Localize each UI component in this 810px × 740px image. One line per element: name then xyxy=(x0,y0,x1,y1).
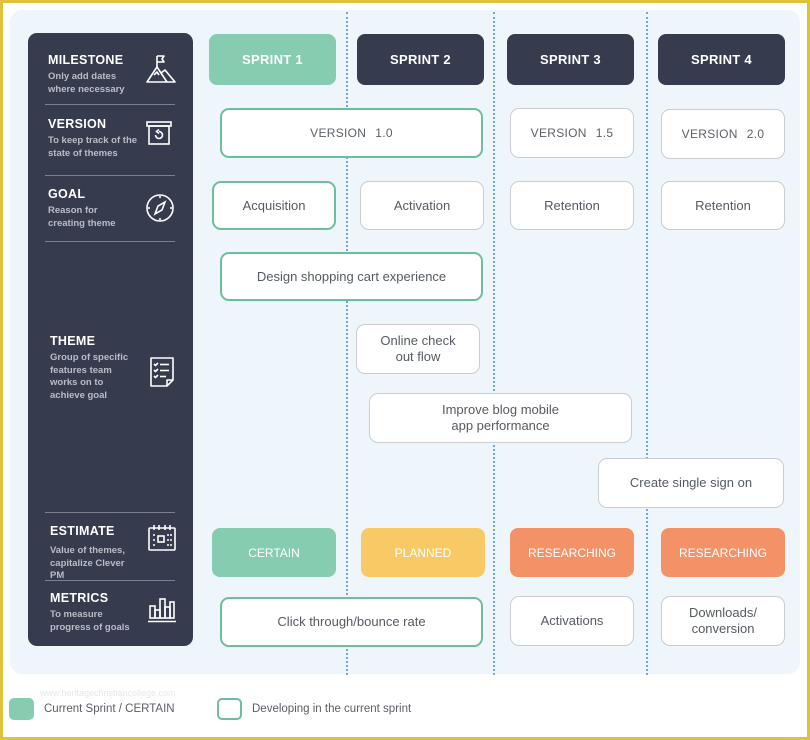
archive-restore-icon xyxy=(146,121,172,145)
version-card-2-0[interactable]: VERSION 2.0 xyxy=(661,109,785,159)
theme-card-single-sign-on[interactable]: Create single sign on xyxy=(598,458,784,508)
sidebar: MILESTONE Only add dates where necessary… xyxy=(28,33,193,646)
sidebar-section-metrics: METRICS To measure progress of goals xyxy=(50,591,176,634)
goal-card-activation[interactable]: Activation xyxy=(360,181,484,230)
sprint-header-1[interactable]: SPRINT 1 xyxy=(209,34,336,85)
legend-swatch-filled xyxy=(9,698,34,720)
mountain-flag-icon xyxy=(146,55,176,83)
version-number: 2.0 xyxy=(746,127,765,141)
sprint-header-4[interactable]: SPRINT 4 xyxy=(658,34,785,85)
section-desc: To keep track of the state of themes xyxy=(48,135,138,159)
compass-icon xyxy=(146,194,174,222)
sidebar-divider xyxy=(45,580,175,581)
legend-swatch-outlined xyxy=(217,698,242,720)
theme-card-shopping-cart[interactable]: Design shopping cart experience xyxy=(220,252,483,301)
bar-chart-icon xyxy=(148,598,176,623)
calendar-icon xyxy=(148,525,176,551)
sidebar-section-estimate: ESTIMATE Value of themes, capitalize Cle… xyxy=(50,524,176,583)
estimate-badge-certain[interactable]: CERTAIN xyxy=(212,528,336,577)
sprint-header-3[interactable]: SPRINT 3 xyxy=(507,34,634,85)
sidebar-divider xyxy=(45,104,175,105)
sprint-header-2[interactable]: SPRINT 2 xyxy=(357,34,484,85)
sprint-separator xyxy=(493,12,495,675)
section-desc: To measure progress of goals xyxy=(50,609,130,633)
metric-card-downloads[interactable]: Downloads/ conversion xyxy=(661,596,785,646)
sidebar-section-theme: THEME Group of specific features team wo… xyxy=(50,334,175,402)
theme-card-checkout-flow[interactable]: Online check out flow xyxy=(356,324,480,374)
metric-card-activations[interactable]: Activations xyxy=(510,596,634,646)
section-desc: Reason for creating theme xyxy=(48,205,116,229)
version-number: 1.0 xyxy=(375,126,393,140)
metric-card-click-through[interactable]: Click through/bounce rate xyxy=(220,597,483,647)
sprint-separator xyxy=(646,12,648,675)
sidebar-divider xyxy=(45,175,175,176)
version-card-1-5[interactable]: VERSION 1.5 xyxy=(510,108,634,158)
estimate-badge-researching[interactable]: RESEARCHING xyxy=(661,528,785,577)
goal-card-retention[interactable]: Retention xyxy=(510,181,634,230)
version-number: 1.5 xyxy=(595,126,614,140)
version-card-1-0[interactable]: VERSION 1.0 xyxy=(220,108,483,158)
sidebar-section-goal: GOAL Reason for creating theme xyxy=(48,187,174,230)
sidebar-section-version: VERSION To keep track of the state of th… xyxy=(48,117,173,160)
sidebar-divider xyxy=(45,512,175,513)
estimate-badge-planned[interactable]: PLANNED xyxy=(361,528,485,577)
section-title: THEME xyxy=(50,334,96,348)
estimate-badge-researching[interactable]: RESEARCHING xyxy=(510,528,634,577)
section-desc: Value of themes, capitalize Clever PM xyxy=(50,545,125,581)
sidebar-section-milestone: MILESTONE Only add dates where necessary xyxy=(48,53,176,96)
section-desc: Only add dates where necessary xyxy=(48,71,125,95)
section-desc: Group of specific features team works on… xyxy=(50,352,129,401)
goal-card-retention[interactable]: Retention xyxy=(661,181,785,230)
legend-label-developing: Developing in the current sprint xyxy=(252,703,412,715)
legend-label-current: Current Sprint / CERTAIN xyxy=(44,703,175,715)
goal-card-acquisition[interactable]: Acquisition xyxy=(212,181,336,230)
sidebar-divider xyxy=(45,241,175,242)
theme-card-blog-performance[interactable]: Improve blog mobile app performance xyxy=(369,393,632,443)
checklist-icon xyxy=(150,357,174,387)
version-label: VERSION xyxy=(530,126,587,140)
version-label: VERSION xyxy=(681,127,738,141)
version-label: VERSION xyxy=(310,126,367,140)
watermark: www.heritagechristiancollege.com xyxy=(40,688,176,698)
